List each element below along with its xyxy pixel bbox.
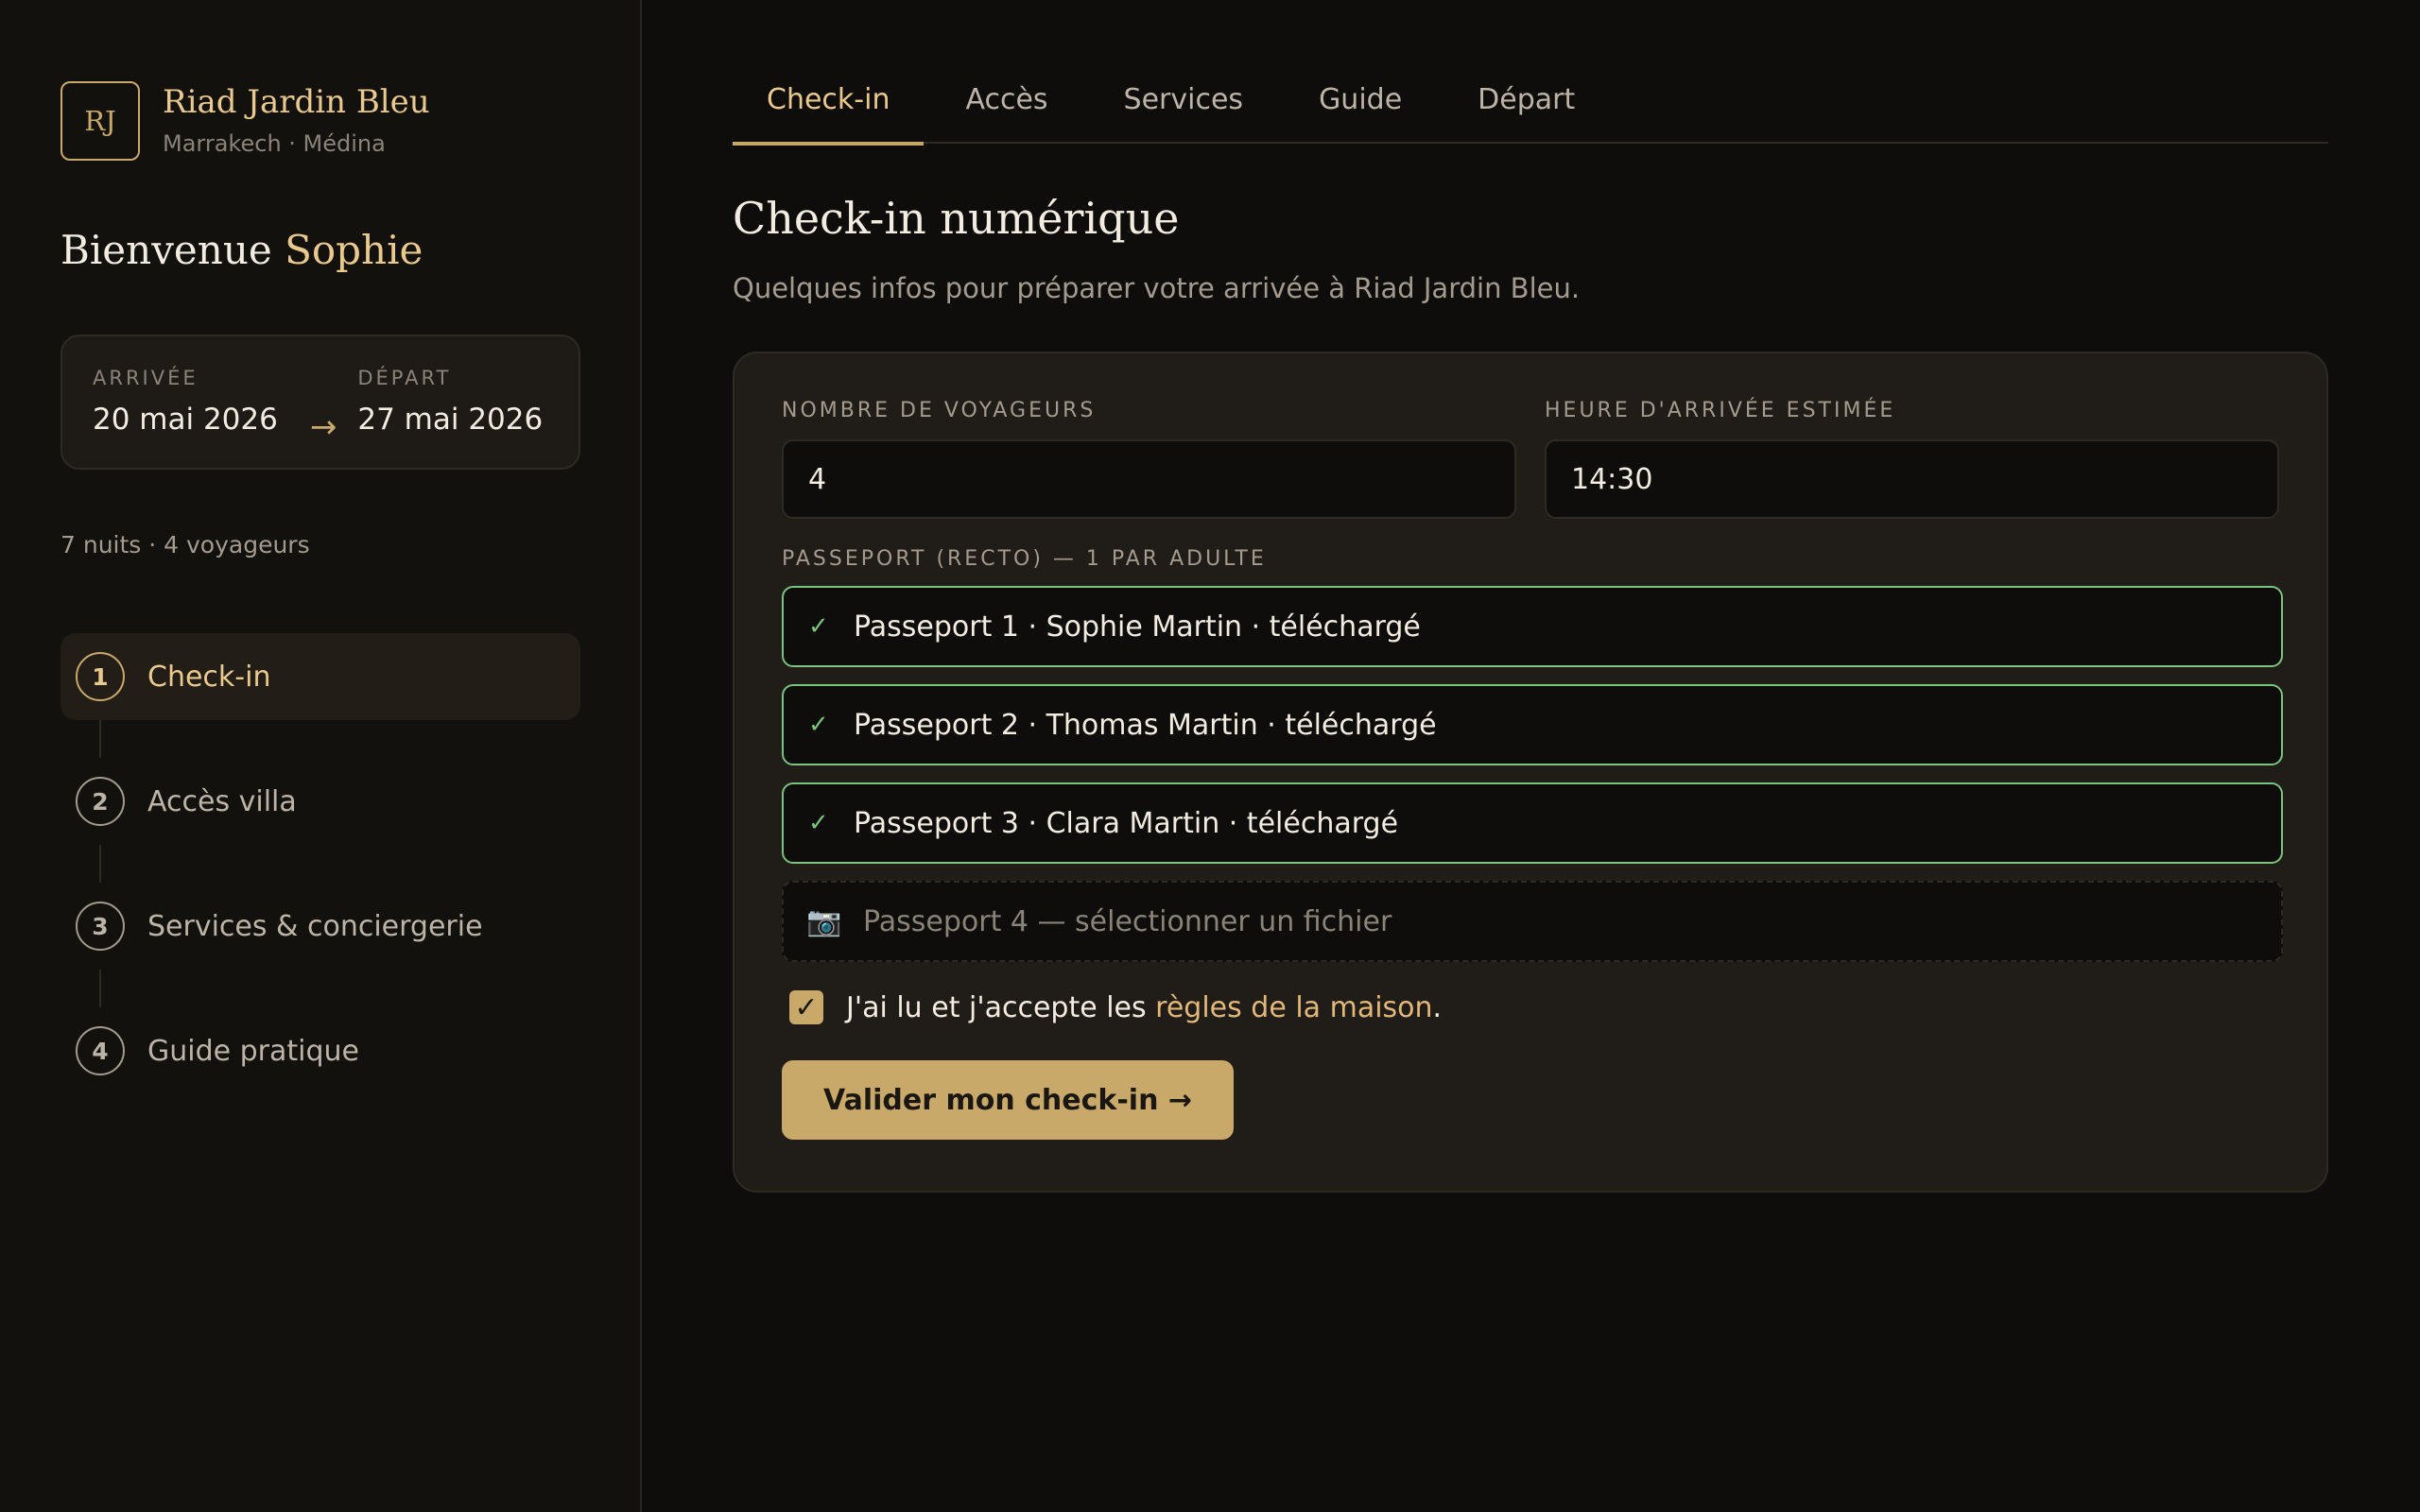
- agree-text-end: .: [1432, 990, 1443, 1024]
- travelers-label: NOMBRE DE VOYAGEURS: [782, 399, 1097, 422]
- step-acces-villa[interactable]: 2 Accès villa: [60, 758, 580, 845]
- guest-name: Sophie: [285, 227, 424, 273]
- tab-bar: Check-in Accès Services Guide Départ: [733, 66, 2328, 146]
- tab-checkin[interactable]: Check-in: [733, 66, 925, 146]
- passport-upload-text: Passeport 1 · Sophie Martin · téléchargé: [854, 610, 1421, 644]
- arrival-label: ARRIVÉE: [93, 367, 199, 389]
- check-icon: ✓: [808, 711, 829, 739]
- house-rules-agreement: ✓ J'ai lu et j'accepte les règles de la …: [782, 990, 2279, 1024]
- arrival-date: 20 mai 2026: [93, 403, 278, 437]
- field-row: NOMBRE DE VOYAGEURS HEURE D'ARRIVÉE ESTI…: [782, 399, 2279, 519]
- brand-monogram: RJ: [60, 81, 140, 161]
- step-label: Check-in: [147, 660, 271, 694]
- app-root: RJ Riad Jardin Bleu Marrakech · Médina B…: [0, 0, 2420, 1512]
- step-connector: [99, 970, 101, 1007]
- arrival-block: ARRIVÉE 20 mai 2026: [93, 367, 278, 437]
- step-number: 2: [76, 777, 125, 826]
- step-label: Guide pratique: [147, 1034, 360, 1068]
- page-subtitle: Quelques infos pour préparer votre arriv…: [733, 272, 1581, 304]
- check-icon: ✓: [808, 612, 829, 641]
- passport-upload-text: Passeport 3 · Clara Martin · téléchargé: [854, 806, 1399, 840]
- passport-upload-4-dropzone[interactable]: 📷 Passeport 4 — sélectionner un fichier: [782, 881, 2283, 962]
- step-connector: [99, 845, 101, 883]
- page-title: Check-in numérique: [733, 193, 1180, 244]
- departure-date: 27 mai 2026: [357, 403, 544, 437]
- brand: RJ Riad Jardin Bleu Marrakech · Médina: [60, 81, 430, 161]
- house-rules-link[interactable]: règles de la maison: [1155, 991, 1432, 1024]
- sidebar: RJ Riad Jardin Bleu Marrakech · Médina B…: [0, 0, 642, 1512]
- step-guide[interactable]: 4 Guide pratique: [60, 1007, 580, 1094]
- steps-nav: 1 Check-in 2 Accès villa 3 Services & co…: [60, 633, 580, 1094]
- submit-checkin-button[interactable]: Valider mon check-in →: [782, 1060, 1235, 1140]
- departure-block: DÉPART 27 mai 2026: [357, 367, 543, 437]
- brand-name: Riad Jardin Bleu: [163, 83, 430, 121]
- passport-upload-3[interactable]: ✓ Passeport 3 · Clara Martin · télécharg…: [782, 782, 2283, 864]
- travelers-field: NOMBRE DE VOYAGEURS: [782, 399, 1516, 519]
- travelers-input[interactable]: [782, 439, 1516, 519]
- step-label: Accès villa: [147, 784, 297, 818]
- main-content: Check-in Accès Services Guide Départ Che…: [642, 0, 2420, 1512]
- brand-location: Marrakech · Médina: [163, 130, 386, 157]
- step-label: Services & conciergerie: [147, 909, 483, 943]
- stay-summary: 7 nuits · 4 voyageurs: [60, 531, 310, 558]
- step-number: 4: [76, 1026, 125, 1075]
- check-icon: ✓: [808, 809, 829, 837]
- agree-text: J'ai lu et j'accepte les règles de la ma…: [846, 991, 1442, 1024]
- passport-upload-list: ✓ Passeport 1 · Sophie Martin · téléchar…: [782, 586, 2283, 962]
- passport-upload-2[interactable]: ✓ Passeport 2 · Thomas Martin · téléchar…: [782, 684, 2283, 765]
- welcome-prefix: Bienvenue: [60, 227, 272, 273]
- step-number: 1: [76, 652, 125, 701]
- arrival-time-field: HEURE D'ARRIVÉE ESTIMÉE: [1545, 399, 2279, 519]
- tab-services[interactable]: Services: [1090, 66, 1278, 144]
- stay-dates-card: ARRIVÉE 20 mai 2026 → DÉPART 27 mai 2026: [60, 335, 580, 470]
- agree-text-start: J'ai lu et j'accepte les: [846, 990, 1156, 1024]
- tab-depart[interactable]: Départ: [1443, 66, 1609, 144]
- step-services[interactable]: 3 Services & conciergerie: [60, 883, 580, 970]
- departure-label: DÉPART: [357, 367, 452, 389]
- step-number: 3: [76, 902, 125, 951]
- arrow-right-icon: →: [309, 408, 337, 446]
- welcome-heading: Bienvenue Sophie: [60, 227, 423, 273]
- checkin-form: NOMBRE DE VOYAGEURS HEURE D'ARRIVÉE ESTI…: [733, 352, 2328, 1193]
- arrival-time-label: HEURE D'ARRIVÉE ESTIMÉE: [1545, 399, 1896, 422]
- tab-guide[interactable]: Guide: [1285, 66, 1436, 144]
- tab-acces[interactable]: Accès: [931, 66, 1081, 144]
- camera-icon: 📷: [806, 904, 842, 938]
- step-connector: [99, 720, 101, 758]
- passport-upload-placeholder: Passeport 4 — sélectionner un fichier: [863, 904, 1392, 938]
- house-rules-checkbox[interactable]: ✓: [789, 990, 823, 1024]
- brand-text: Riad Jardin Bleu Marrakech · Médina: [163, 81, 430, 157]
- passport-upload-1[interactable]: ✓ Passeport 1 · Sophie Martin · téléchar…: [782, 586, 2283, 667]
- passport-label: PASSEPORT (RECTO) — 1 PAR ADULTE: [782, 547, 1267, 571]
- passport-upload-text: Passeport 2 · Thomas Martin · téléchargé: [854, 708, 1437, 742]
- arrival-time-input[interactable]: [1545, 439, 2279, 519]
- step-checkin[interactable]: 1 Check-in: [60, 633, 580, 720]
